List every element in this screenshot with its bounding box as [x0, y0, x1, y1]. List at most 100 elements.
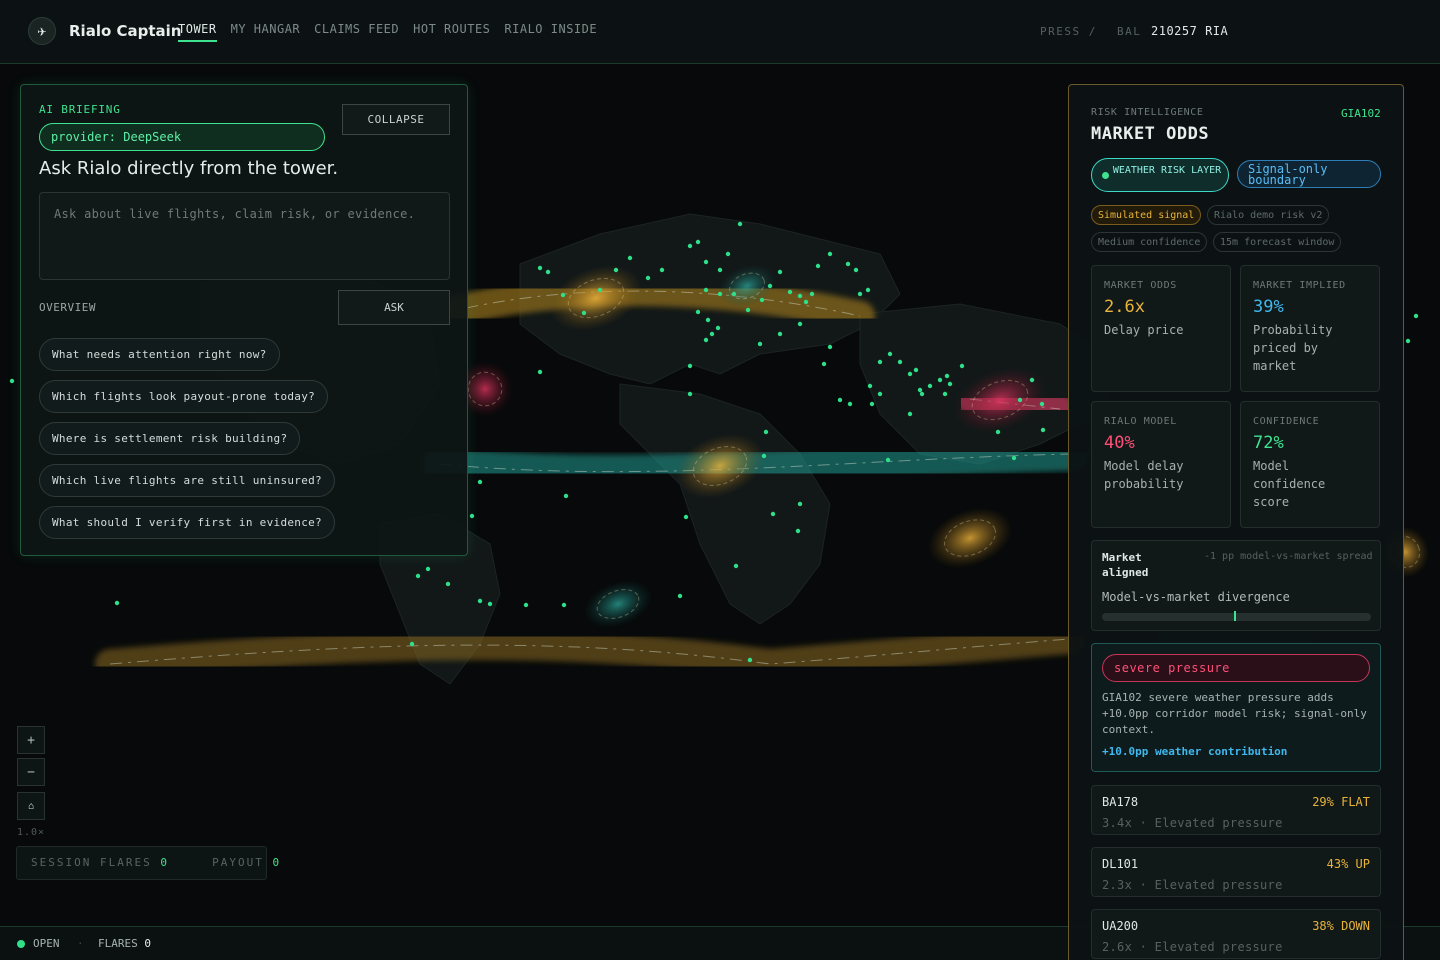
suggested-question[interactable]: What needs attention right now? — [39, 338, 280, 371]
airport-dot[interactable] — [947, 381, 953, 387]
airport-dot[interactable] — [613, 267, 619, 273]
nav-hot-routes[interactable]: HOT ROUTES — [413, 22, 490, 42]
weather-risk-layer-toggle[interactable]: WEATHER RISK LAYER — [1091, 158, 1229, 192]
airport-dot[interactable] — [795, 528, 801, 534]
airport-dot[interactable] — [809, 291, 815, 297]
airport-dot[interactable] — [563, 493, 569, 499]
airport-dot[interactable] — [763, 429, 769, 435]
airport-dot[interactable] — [913, 367, 919, 373]
airport-dot[interactable] — [907, 371, 913, 377]
ask-button[interactable]: ASK — [338, 290, 450, 325]
airport-dot[interactable] — [767, 283, 773, 289]
airport-dot[interactable] — [705, 317, 711, 323]
airport-dot[interactable] — [477, 479, 483, 485]
airport-dot[interactable] — [857, 291, 863, 297]
airport-dot[interactable] — [1029, 377, 1035, 383]
flight-row[interactable]: DL101 43% UP 2.3x · Elevated pressure — [1091, 847, 1381, 897]
airport-dot[interactable] — [777, 331, 783, 337]
airport-dot[interactable] — [759, 297, 765, 303]
airport-dot[interactable] — [907, 411, 913, 417]
airport-dot[interactable] — [597, 287, 603, 293]
airport-dot[interactable] — [770, 511, 776, 517]
airport-dot[interactable] — [683, 514, 689, 520]
airport-dot[interactable] — [757, 341, 763, 347]
airport-dot[interactable] — [815, 263, 821, 269]
airport-dot[interactable] — [797, 293, 803, 299]
airport-dot[interactable] — [425, 566, 431, 572]
provider-badge[interactable]: provider: DeepSeek — [39, 123, 325, 151]
airport-dot[interactable] — [1011, 455, 1017, 461]
collapse-button[interactable]: COLLAPSE — [342, 104, 450, 135]
airport-dot[interactable] — [733, 563, 739, 569]
airport-dot[interactable] — [927, 383, 933, 389]
brand-name[interactable]: Rialo Captain — [69, 22, 181, 40]
airport-dot[interactable] — [942, 391, 948, 397]
airport-dot[interactable] — [869, 401, 875, 407]
airport-dot[interactable] — [717, 291, 723, 297]
airport-dot[interactable] — [445, 581, 451, 587]
airport-dot[interactable] — [1017, 397, 1023, 403]
airport-dot[interactable] — [885, 457, 891, 463]
flight-row[interactable]: UA200 38% DOWN 2.6x · Elevated pressure — [1091, 909, 1381, 959]
airport-dot[interactable] — [937, 377, 943, 383]
nav-rialo-inside[interactable]: RIALO INSIDE — [504, 22, 597, 42]
airport-dot[interactable] — [827, 344, 833, 350]
airport-dot[interactable] — [545, 269, 551, 275]
airport-dot[interactable] — [959, 363, 965, 369]
airport-dot[interactable] — [867, 383, 873, 389]
airport-dot[interactable] — [709, 331, 715, 337]
airport-dot[interactable] — [887, 351, 893, 357]
airport-dot[interactable] — [837, 397, 843, 403]
zoom-in-button[interactable]: + — [17, 726, 45, 754]
suggested-question[interactable]: Where is settlement risk building? — [39, 422, 301, 455]
airport-dot[interactable] — [797, 321, 803, 327]
airport-dot[interactable] — [845, 261, 851, 267]
airport-dot[interactable] — [919, 391, 925, 397]
airport-dot[interactable] — [687, 243, 693, 249]
airport-dot[interactable] — [737, 221, 743, 227]
airport-dot[interactable] — [745, 307, 751, 313]
airport-dot[interactable] — [114, 600, 120, 606]
airport-dot[interactable] — [827, 251, 833, 257]
airport-dot[interactable] — [677, 593, 683, 599]
airport-dot[interactable] — [581, 310, 587, 316]
airport-dot[interactable] — [917, 387, 923, 393]
airport-dot[interactable] — [1040, 427, 1046, 433]
airport-dot[interactable] — [537, 369, 543, 375]
airport-dot[interactable] — [695, 239, 701, 245]
airport-dot[interactable] — [415, 573, 421, 579]
nav-claims-feed[interactable]: CLAIMS FEED — [314, 22, 399, 42]
nav-tower[interactable]: TOWER — [178, 22, 217, 42]
zoom-out-button[interactable]: − — [17, 758, 45, 786]
airport-dot[interactable] — [687, 391, 693, 397]
airplane-logo-icon[interactable]: ✈ — [28, 17, 56, 45]
airport-dot[interactable] — [717, 267, 723, 273]
airport-dot[interactable] — [627, 255, 633, 261]
airport-dot[interactable] — [803, 299, 809, 305]
airport-dot[interactable] — [821, 361, 827, 367]
ask-input[interactable]: Ask about live flights, claim risk, or e… — [39, 192, 450, 280]
flight-row[interactable]: BA178 29% FLAT 3.4x · Elevated pressure — [1091, 785, 1381, 835]
airport-dot[interactable] — [725, 251, 731, 257]
airport-dot[interactable] — [897, 359, 903, 365]
airport-dot[interactable] — [853, 267, 859, 273]
airport-dot[interactable] — [409, 641, 415, 647]
airport-dot[interactable] — [747, 657, 753, 663]
airport-dot[interactable] — [477, 598, 483, 604]
airport-dot[interactable] — [687, 363, 693, 369]
home-icon[interactable]: ⌂ — [17, 792, 45, 820]
suggested-question[interactable]: Which flights look payout-prone today? — [39, 380, 329, 413]
suggested-question[interactable]: What should I verify first in evidence? — [39, 506, 335, 539]
airport-dot[interactable] — [1413, 313, 1419, 319]
airport-dot[interactable] — [9, 378, 15, 384]
airport-dot[interactable] — [1405, 338, 1411, 344]
airport-dot[interactable] — [995, 429, 1001, 435]
signal-boundary-toggle[interactable]: Signal-only boundary — [1237, 160, 1381, 188]
airport-dot[interactable] — [865, 287, 871, 293]
airport-dot[interactable] — [761, 453, 767, 459]
airport-dot[interactable] — [469, 513, 475, 519]
airport-dot[interactable] — [487, 601, 493, 607]
airport-dot[interactable] — [777, 269, 783, 275]
airport-dot[interactable] — [944, 373, 950, 379]
airport-dot[interactable] — [523, 602, 529, 608]
